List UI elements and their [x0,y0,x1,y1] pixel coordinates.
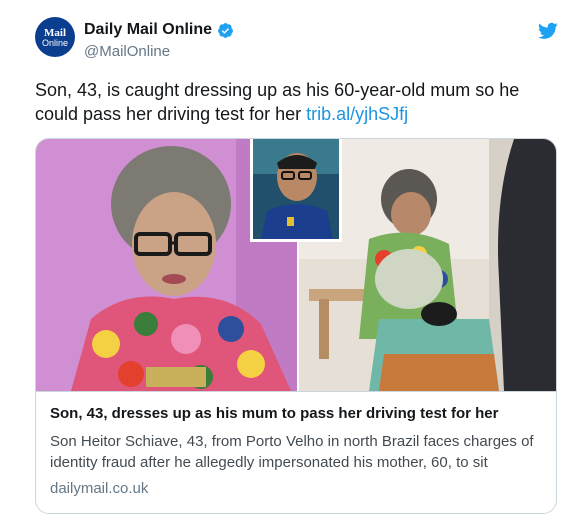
card-description: Son Heitor Schiave, 43, from Porto Velho… [50,433,534,471]
photo-inset-illustration [253,139,339,239]
author-name-row[interactable]: Daily Mail Online [84,21,234,39]
tweet-link[interactable]: trib.al/yjhSJfj [306,104,408,124]
account-handle[interactable]: @MailOnline [84,43,170,60]
avatar-text-line2: Online [41,37,68,48]
twitter-bird-icon[interactable] [538,22,558,40]
card-image[interactable] [36,139,556,391]
tweet-text: Son, 43, is caught dressing up as his 60… [35,78,565,126]
verified-badge-icon [218,22,233,38]
card-body[interactable]: Son, 43, dresses up as his mum to pass h… [36,391,556,513]
card-photo-inset [250,139,342,242]
display-name[interactable]: Daily Mail Online [84,21,212,39]
tweet-embed: Mail Online Daily Mail Online @MailOnlin… [0,0,582,521]
tweet-body: Son, 43, is caught dressing up as his 60… [35,80,520,124]
avatar-text-line1: Mail [44,26,66,39]
avatar[interactable]: Mail Online [35,17,75,57]
card-domain: dailymail.co.uk [50,480,149,497]
link-card[interactable]: Son, 43, dresses up as his mum to pass h… [35,138,557,514]
card-title[interactable]: Son, 43, dresses up as his mum to pass h… [50,404,542,424]
